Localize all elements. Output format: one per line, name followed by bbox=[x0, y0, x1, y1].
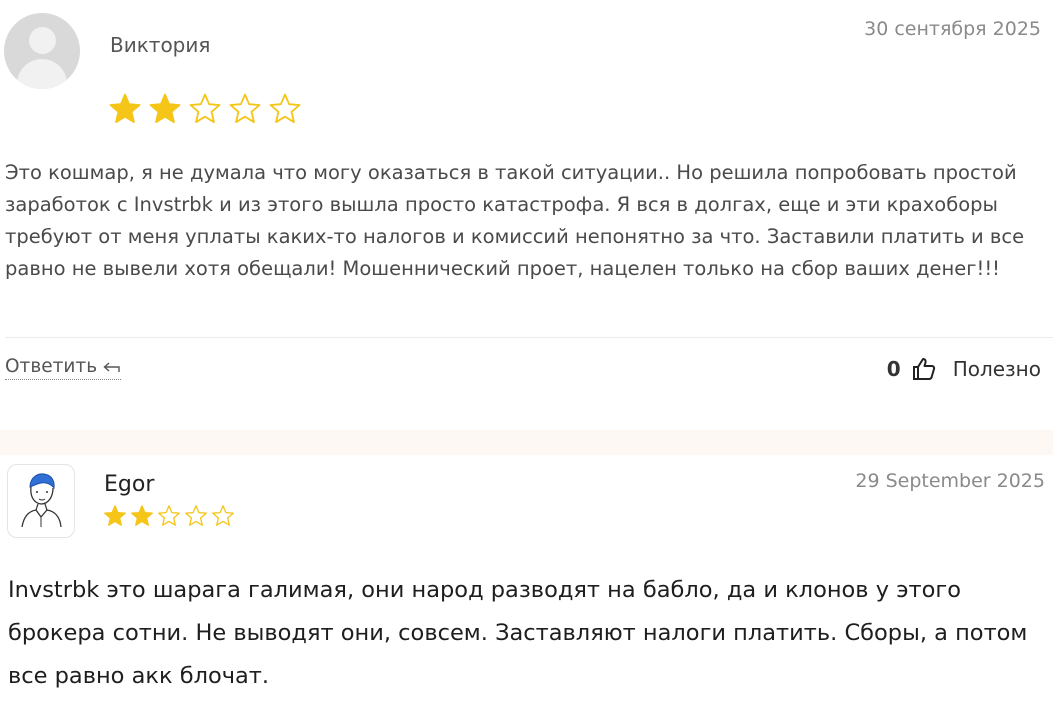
star-rating bbox=[103, 504, 235, 528]
star-empty-icon bbox=[158, 505, 180, 526]
star-filled-icon bbox=[131, 505, 153, 526]
star-rating bbox=[108, 92, 302, 126]
helpful-count: 0 bbox=[886, 357, 901, 381]
review-card: Egor 29 September 2025 Invstrbk это шара… bbox=[0, 455, 1053, 709]
thumbs-up-icon[interactable] bbox=[911, 356, 937, 382]
review-date: 30 сентября 2025 bbox=[864, 18, 1041, 40]
star-empty-icon bbox=[212, 505, 234, 526]
review-separator bbox=[0, 430, 1053, 455]
sketch-avatar-icon bbox=[7, 464, 75, 538]
review-date: 29 September 2025 bbox=[855, 470, 1045, 492]
divider bbox=[5, 337, 1053, 338]
review-author: Egor bbox=[104, 472, 155, 497]
review-author: Виктория bbox=[110, 33, 211, 57]
reply-arrow-icon bbox=[103, 361, 120, 372]
star-filled-icon bbox=[109, 93, 141, 123]
review-card: Виктория 30 сентября 2025 Это кошмар, я … bbox=[0, 0, 1053, 430]
reply-label: Ответить bbox=[5, 356, 98, 377]
default-avatar-icon bbox=[4, 13, 80, 89]
reply-button[interactable]: Ответить bbox=[5, 356, 122, 380]
star-empty-icon bbox=[269, 93, 301, 123]
star-empty-icon bbox=[185, 505, 207, 526]
star-filled-icon bbox=[149, 93, 181, 123]
review-text: Invstrbk это шарага галимая, они народ р… bbox=[8, 577, 1028, 689]
star-empty-icon bbox=[189, 93, 221, 123]
star-filled-icon bbox=[104, 505, 126, 526]
review-text: Это кошмар, я не думала что могу оказать… bbox=[5, 161, 1025, 280]
helpful-vote: 0 Полезно bbox=[887, 356, 1041, 382]
helpful-label[interactable]: Полезно bbox=[953, 357, 1041, 381]
star-empty-icon bbox=[229, 93, 261, 123]
